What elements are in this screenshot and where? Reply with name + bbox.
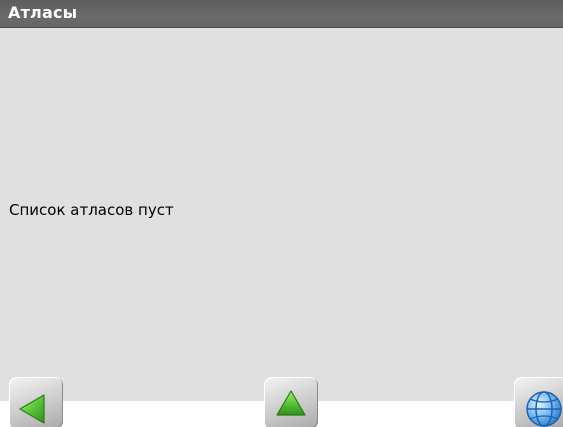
- atlas-screen: Атласы Список атласов пуст: [0, 0, 563, 427]
- green-up-arrow-icon: [276, 390, 306, 416]
- atlas-list: Список атласов пуст: [0, 28, 563, 401]
- blue-globe-icon: [526, 391, 562, 427]
- back-button[interactable]: [9, 377, 63, 427]
- map-button[interactable]: [514, 377, 563, 427]
- title-bar: Атласы: [0, 0, 563, 28]
- empty-list-message: Список атласов пуст: [9, 201, 174, 219]
- up-button[interactable]: [264, 377, 318, 427]
- green-left-arrow-icon: [19, 394, 45, 424]
- page-title: Атласы: [8, 3, 78, 22]
